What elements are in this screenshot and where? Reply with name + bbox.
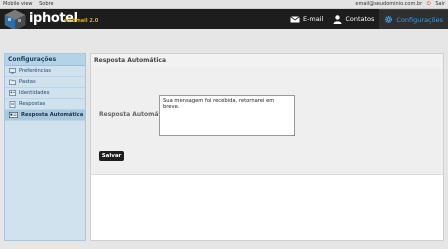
nav-contacts[interactable]: Contatos [328,9,379,29]
sidebar-item-auto-reply[interactable]: Resposta Automática [5,110,85,121]
user-email: email@seudominio.com.br [355,1,423,7]
brand-subtitle: webmail 2.0 [64,18,99,24]
nav-settings[interactable]: Configurações [379,9,448,29]
mobile-view-link[interactable]: Mobile view [3,1,33,7]
folder-icon [9,79,16,85]
document-icon [9,100,16,108]
nav-contacts-label: Contatos [345,15,375,23]
auto-reply-panel: Resposta Automática Resposta Automática … [90,53,444,241]
save-button[interactable]: Salvar [99,151,124,161]
settings-sidebar: Configurações Preferências Pastas Identi… [4,53,86,241]
power-icon[interactable]: ⏻ [427,1,431,7]
panel-title: Resposta Automática [91,54,443,67]
sidebar-item-label: Preferências [19,68,51,74]
sidebar-item-label: Pastas [19,79,36,85]
auto-reply-form: Resposta Automática Sua mensagem foi rec… [91,67,443,175]
sidebar-item-responses[interactable]: Respostas [5,99,85,110]
nav-email-label: E-mail [302,15,324,23]
logout-link[interactable]: Sair [435,1,445,7]
gear-icon [385,15,393,24]
monitor-icon [9,68,16,74]
sidebar-item-label: Resposta Automática [21,112,84,118]
person-icon [333,14,342,24]
card-icon [9,112,18,118]
sidebar-title: Configurações [5,54,85,66]
auto-reply-message-input[interactable]: Sua mensagem foi recebida, retornarei em… [159,95,295,136]
nav-email[interactable]: E-mail [285,9,328,29]
sidebar-item-label: Respostas [19,101,46,107]
identity-icon [9,90,16,96]
sidebar-item-identities[interactable]: Identidades [5,88,85,99]
main-nav: E-mail Contatos Configurações [285,9,448,29]
envelope-icon [290,15,300,22]
sidebar-item-label: Identidades [19,90,50,96]
logo-icon [4,9,26,31]
sidebar-item-preferences[interactable]: Preferências [5,66,85,77]
resize-handle[interactable] [292,133,295,136]
nav-settings-label: Configurações [396,15,443,24]
sidebar-item-folders[interactable]: Pastas [5,77,85,88]
top-utility-bar: Mobile view Sobre email@seudominio.com.b… [0,0,448,9]
app-header: iphotel webmail 2.0 E-mail Contatos Conf… [0,9,448,31]
about-link[interactable]: Sobre [39,1,53,7]
